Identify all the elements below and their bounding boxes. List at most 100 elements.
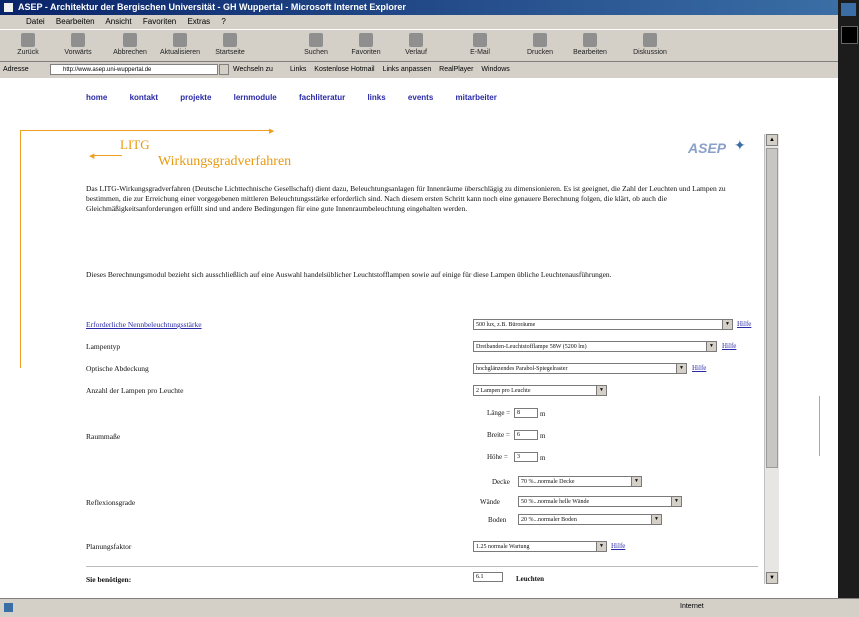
help-link[interactable]: Hilfe (611, 542, 625, 550)
back-icon (21, 33, 35, 47)
page-icon (4, 603, 13, 612)
menu-bar: Datei Bearbeiten Ansicht Favoriten Extra… (0, 15, 838, 29)
walls-select[interactable]: 50 %...normale helle Wände ▼ (518, 496, 682, 507)
result-label: Sie benötigen: (86, 575, 132, 584)
result-output: 6.1 (473, 572, 503, 582)
asep-logo: ASEP (688, 140, 727, 156)
discuss-button[interactable]: Diskussion (630, 33, 670, 56)
menu-datei[interactable]: Datei (26, 17, 45, 26)
link-customize[interactable]: Links anpassen (383, 66, 432, 73)
cover-label: Optische Abdeckung (86, 364, 149, 373)
cover-select[interactable]: hochglänzendes Parabol-Spiegelraster ▼ (473, 363, 687, 374)
print-button[interactable]: Drucken (520, 33, 560, 56)
width-input[interactable]: 6 (514, 430, 538, 440)
dropdown-arrow-icon: ▼ (651, 515, 661, 524)
favorites-button[interactable]: Favoriten (346, 33, 386, 56)
nav-fachliteratur[interactable]: fachliteratur (299, 93, 345, 102)
back-button[interactable]: Zurück (8, 33, 48, 56)
nav-events[interactable]: events (408, 93, 433, 102)
width-unit: m (540, 432, 546, 440)
dropdown-arrow-icon: ▼ (706, 342, 716, 351)
result-unit: Leuchten (516, 575, 544, 583)
nav-projekte[interactable]: projekte (180, 93, 211, 102)
home-icon (223, 33, 237, 47)
edit-icon (583, 33, 597, 47)
illuminance-link[interactable]: Erforderliche Nennbeleuchtungsstärke (86, 320, 202, 329)
arrow-right-icon: ▶ (269, 127, 275, 135)
menu-bearbeiten[interactable]: Bearbeiten (56, 17, 95, 26)
favorites-icon (359, 33, 373, 47)
history-button[interactable]: Verlauf (396, 33, 436, 56)
room-dimensions-label: Raummaße (86, 432, 121, 441)
web-page: home kontakt projekte lernmodule fachlit… (0, 78, 787, 598)
nav-home[interactable]: home (86, 93, 107, 102)
address-dropdown-icon[interactable] (219, 64, 229, 75)
mail-button[interactable]: E-Mail (460, 33, 500, 56)
history-icon (409, 33, 423, 47)
lamp-type-select[interactable]: Dreibanden-Leuchtstofflampe 58W (5200 lm… (473, 341, 717, 352)
lamp-count-select[interactable]: 2 Lampen pro Leuchte ▼ (473, 385, 607, 396)
security-zone: Internet (680, 603, 704, 610)
help-link[interactable]: Hilfe (692, 364, 706, 372)
scroll-thumb[interactable] (766, 148, 778, 468)
floor-label: Boden (488, 516, 507, 524)
help-link[interactable]: Hilfe (722, 342, 736, 350)
print-icon (533, 33, 547, 47)
length-unit: m (540, 410, 546, 418)
ceiling-label: Decke (492, 478, 510, 486)
refresh-button[interactable]: Aktualisieren (160, 33, 200, 56)
menu-extras[interactable]: Extras (187, 17, 210, 26)
link-realplayer[interactable]: RealPlayer (439, 66, 473, 73)
menu-ansicht[interactable]: Ansicht (105, 17, 131, 26)
toolbar: Zurück Vorwärts Abbrechen Aktualisieren … (0, 29, 838, 62)
mail-icon (473, 33, 487, 47)
length-label: Länge = (487, 409, 511, 417)
nav-links[interactable]: links (367, 93, 385, 102)
decor-line (819, 396, 820, 456)
links-label: Links (290, 66, 307, 73)
dropdown-arrow-icon: ▼ (631, 477, 641, 486)
home-button[interactable]: Startseite (210, 33, 250, 56)
scroll-down-icon[interactable]: ▼ (766, 572, 778, 584)
nav-kontakt[interactable]: kontakt (130, 93, 158, 102)
divider (86, 566, 758, 567)
width-label: Breite = (487, 431, 510, 439)
dropdown-arrow-icon: ▼ (596, 386, 606, 395)
edit-button[interactable]: Bearbeiten (570, 33, 610, 56)
arrow-left-icon: ◀ (89, 152, 95, 160)
forward-button[interactable]: Vorwärts (58, 33, 98, 56)
menu-favoriten[interactable]: Favoriten (143, 17, 176, 26)
stop-button[interactable]: Abbrechen (110, 33, 150, 56)
refresh-icon (173, 33, 187, 47)
decor-line (20, 130, 21, 368)
page-title: Wirkungsgradverfahren (158, 154, 292, 169)
scroll-up-icon[interactable]: ▲ (766, 134, 778, 146)
address-label: Adresse (3, 66, 29, 73)
page-scrollbar[interactable]: ▲ ▼ (764, 134, 779, 584)
link-windows[interactable]: Windows (481, 66, 509, 73)
intro-paragraph: Das LITG-Wirkungsgradverfahren (Deutsche… (86, 184, 726, 213)
go-button[interactable]: Wechseln zu (233, 62, 273, 78)
dropdown-arrow-icon: ▼ (596, 542, 606, 551)
help-link[interactable]: Hilfe (737, 320, 751, 328)
planning-factor-select[interactable]: 1.25 normale Wartung ▼ (473, 541, 607, 552)
window-titlebar: ASEP - Architektur der Bergischen Univer… (0, 0, 838, 15)
height-unit: m (540, 454, 546, 462)
illuminance-select[interactable]: 500 lux, z.B. Büroräume ▼ (473, 319, 733, 330)
status-bar: Internet (0, 598, 859, 617)
ceiling-select[interactable]: 70 %...normale Decke ▼ (518, 476, 642, 487)
address-input[interactable]: http://www.asep.uni-wuppertal.de (50, 64, 218, 75)
search-button[interactable]: Suchen (296, 33, 336, 56)
nav-lernmodule[interactable]: lernmodule (234, 93, 277, 102)
menu-help[interactable]: ? (221, 17, 225, 26)
link-hotmail[interactable]: Kostenlose Hotmail (314, 66, 374, 73)
right-margin (787, 78, 838, 598)
discuss-icon (643, 33, 657, 47)
windows-logo-icon (841, 3, 856, 16)
length-input[interactable]: 8 (514, 408, 538, 418)
decor-line (92, 155, 122, 156)
close-icon[interactable] (841, 26, 858, 44)
floor-select[interactable]: 20 %...normaler Boden ▼ (518, 514, 662, 525)
height-input[interactable]: 3 (514, 452, 538, 462)
nav-mitarbeiter[interactable]: mitarbeiter (456, 93, 497, 102)
